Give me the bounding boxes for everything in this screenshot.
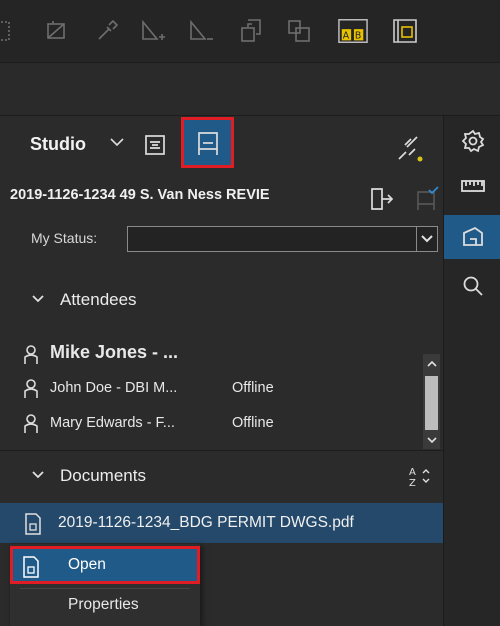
sessions-check-icon (417, 186, 439, 210)
svg-text:A: A (343, 31, 350, 42)
ruler-icon (460, 180, 485, 192)
leave-session-button[interactable] (365, 184, 399, 214)
documents-section-header[interactable]: Documents (0, 456, 443, 496)
attendee-name: Mary Edwards - F... (50, 415, 175, 431)
attendee-row[interactable]: Mary Edwards - F... Offline (0, 405, 420, 441)
pdf-file-icon (22, 556, 40, 578)
pdf-file-icon (24, 513, 42, 535)
session-list-button[interactable] (137, 127, 173, 163)
scrollbar-thumb[interactable] (425, 376, 438, 430)
text-compare-icon[interactable]: AB (338, 14, 368, 48)
unplug-icon (398, 136, 423, 162)
open-menu-item[interactable]: Open (10, 546, 200, 584)
scroll-down-icon[interactable] (423, 431, 440, 449)
svg-text:Z: Z (409, 478, 416, 488)
attendee-status: Offline (232, 415, 274, 431)
exit-icon (371, 188, 394, 210)
toolbar-strip (0, 63, 500, 116)
disconnect-button[interactable] (390, 130, 430, 166)
attendees-section-header[interactable]: Attendees (0, 280, 443, 320)
open-menu-label: Open (68, 556, 106, 573)
chevron-down-icon[interactable] (416, 227, 437, 251)
crop-icon[interactable] (42, 14, 72, 48)
session-title: 2019-1126-1234 49 S. Van Ness REVIE (10, 187, 270, 203)
studio-label[interactable]: Studio (30, 134, 86, 155)
replace-page-icon[interactable] (236, 14, 266, 48)
select-area-icon[interactable] (0, 14, 14, 48)
sort-az-icon: A Z (409, 467, 430, 488)
sessions-icon (197, 131, 218, 155)
attendee-name: Mike Jones - ... (50, 342, 179, 362)
attendees-header-label: Attendees (60, 290, 137, 309)
attendees-scrollbar[interactable] (423, 354, 440, 449)
studio-icon (462, 226, 483, 246)
document-context-menu: Open Properties (10, 544, 200, 626)
studio-sessions-button[interactable] (181, 117, 234, 168)
right-tab-bar (443, 116, 500, 626)
person-icon (22, 378, 40, 400)
search-icon (463, 276, 483, 296)
list-icon (145, 135, 165, 155)
chevron-down-icon[interactable] (110, 137, 124, 147)
svg-text:B: B (355, 31, 361, 42)
session-markups-button (410, 184, 444, 214)
sort-button[interactable]: A Z (406, 462, 436, 490)
menu-separator (20, 588, 190, 589)
attendee-name: John Doe - DBI M... (50, 380, 178, 396)
remove-vertex-icon[interactable] (186, 14, 216, 48)
document-row[interactable]: 2019-1126-1234_BDG PERMIT DWGS.pdf (0, 503, 443, 543)
attendee-row[interactable]: Mike Jones - ... (0, 336, 420, 372)
svg-text:A: A (409, 467, 416, 478)
document-name: 2019-1126-1234_BDG PERMIT DWGS.pdf (58, 514, 354, 531)
chevron-down-icon[interactable] (32, 470, 44, 479)
studio-tab[interactable] (444, 215, 500, 259)
add-vertex-icon[interactable] (138, 14, 168, 48)
attendee-row[interactable]: John Doe - DBI M... Offline (0, 370, 420, 406)
chevron-down-icon[interactable] (32, 294, 44, 303)
person-icon (22, 344, 40, 366)
divider (0, 450, 443, 451)
page-layout-icon[interactable] (390, 14, 420, 48)
properties-menu-item[interactable]: Properties (68, 596, 139, 614)
top-toolbar: AB (0, 0, 500, 63)
settings-tab[interactable] (444, 119, 500, 163)
documents-header-label: Documents (60, 466, 146, 485)
measurements-tab[interactable] (444, 164, 500, 208)
person-icon (22, 413, 40, 435)
eyedropper-icon[interactable] (92, 14, 122, 48)
compare-pages-icon[interactable] (284, 14, 314, 48)
search-tab[interactable] (444, 264, 500, 308)
my-status-label: My Status: (31, 230, 98, 246)
my-status-dropdown[interactable] (127, 226, 438, 252)
scroll-up-icon[interactable] (423, 354, 440, 372)
attendee-status: Offline (232, 380, 274, 396)
gear-icon (461, 129, 484, 153)
